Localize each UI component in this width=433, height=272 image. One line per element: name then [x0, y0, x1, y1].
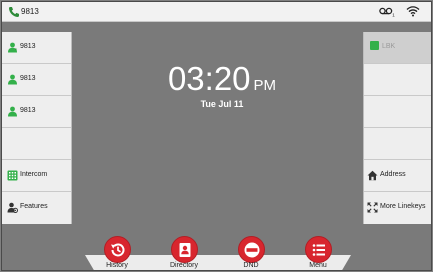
history-label: History: [106, 262, 128, 269]
more-linekeys-icon: [367, 202, 378, 213]
more-linekeys-key[interactable]: More Linekeys: [364, 192, 431, 224]
linekey-1[interactable]: 9813: [2, 32, 71, 64]
linekey-2[interactable]: 9813: [2, 64, 71, 96]
right-linekey-4-empty[interactable]: [364, 128, 431, 160]
right-linekey-3-empty[interactable]: [364, 96, 431, 128]
line-icon: [8, 42, 17, 53]
intercom-label: Intercom: [20, 171, 48, 178]
directory-button[interactable]: Directory: [161, 236, 207, 270]
dnd-button[interactable]: DND: [228, 236, 274, 270]
blf-key[interactable]: LBK: [364, 32, 431, 64]
features-label: Features: [20, 203, 48, 210]
features-icon: [7, 202, 18, 213]
phone-screen: 9813 1 9813 9813 9813 Intercom Features …: [1, 1, 432, 271]
menu-label: Menu: [309, 262, 327, 269]
address-icon: [367, 170, 378, 181]
address-label: Address: [380, 171, 406, 178]
status-extension: 9813: [21, 7, 39, 16]
linekey-label: 9813: [20, 43, 36, 50]
clock-ampm: PM: [253, 77, 277, 94]
intercom-icon: [7, 170, 18, 181]
dnd-icon: [237, 236, 265, 263]
idle-clock: 03:20 PM Tue Jul 11: [152, 60, 292, 109]
blf-label: LBK: [382, 43, 396, 50]
linekey-label: 9813: [20, 75, 36, 82]
blf-icon: [370, 41, 379, 50]
more-linekeys-label: More Linekeys: [380, 203, 426, 210]
linekey-4-empty[interactable]: [2, 128, 71, 160]
left-linekeys: 9813 9813 9813 Intercom Features: [2, 32, 72, 224]
clock-date: Tue Jul 11: [200, 99, 244, 109]
right-linekey-2-empty[interactable]: [364, 64, 431, 96]
linekey-3[interactable]: 9813: [2, 96, 71, 128]
wifi-icon: [406, 6, 420, 17]
dnd-label: DND: [243, 262, 259, 269]
directory-icon: [170, 236, 198, 263]
address-key[interactable]: Address: [364, 160, 431, 192]
svg-text:1: 1: [392, 13, 395, 17]
directory-label: Directory: [169, 262, 198, 269]
phone-icon: [9, 7, 19, 17]
right-linekeys: LBK Address More Linekeys: [363, 32, 431, 224]
history-icon: [103, 236, 131, 263]
intercom-key[interactable]: Intercom: [2, 160, 71, 192]
clock-time: 03:20: [167, 60, 251, 97]
line-icon: [8, 74, 17, 85]
voicemail-icon[interactable]: 1: [379, 7, 395, 17]
history-button[interactable]: History: [94, 236, 140, 270]
status-bar: 9813 1: [2, 2, 431, 22]
menu-icon: [304, 236, 332, 263]
menu-button[interactable]: Menu: [295, 236, 341, 270]
linekey-label: 9813: [20, 107, 36, 114]
line-icon: [8, 106, 17, 117]
features-key[interactable]: Features: [2, 192, 71, 224]
